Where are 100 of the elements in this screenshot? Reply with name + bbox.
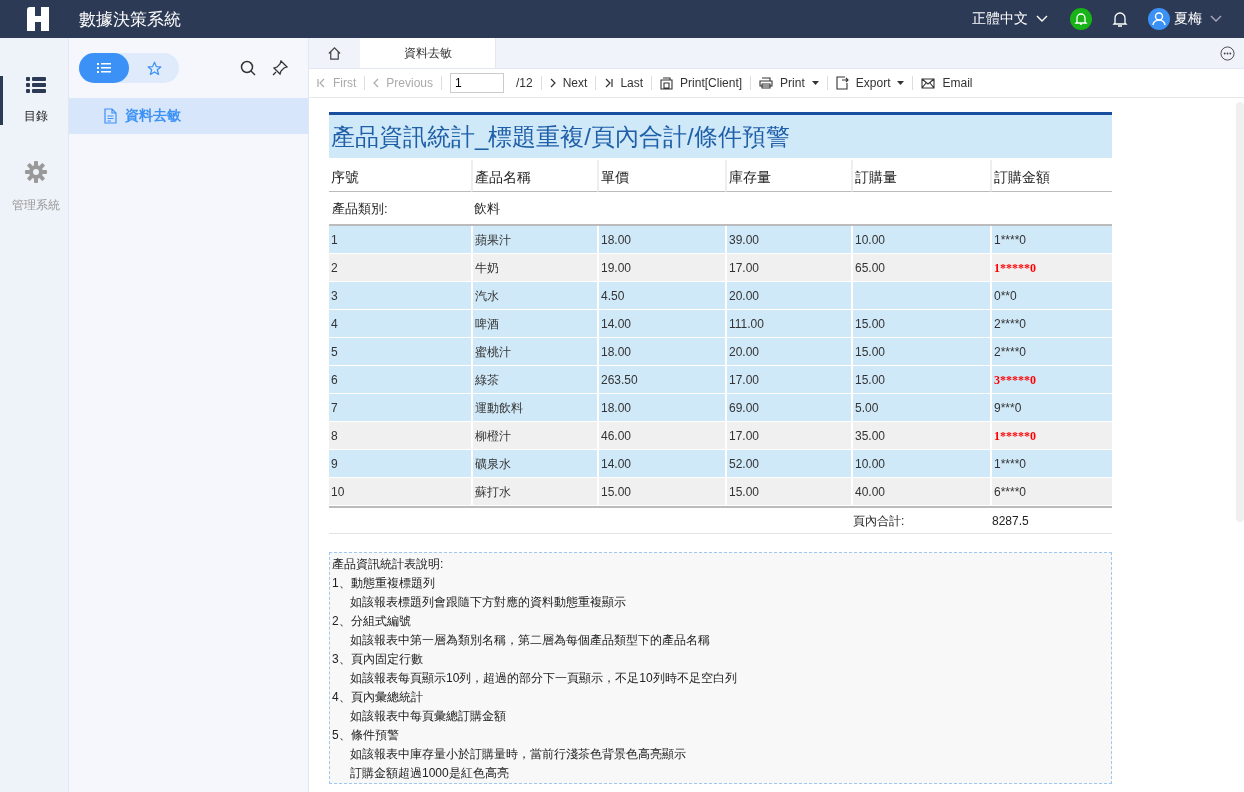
notes-text: 如該報表中每頁彙總訂購金額 (349, 708, 507, 725)
toolbar-button[interactable]: Export (835, 76, 905, 90)
user-menu[interactable]: 夏梅 (1174, 10, 1222, 28)
table-cell: 14.00 (597, 450, 725, 478)
page-total: /12 (516, 76, 533, 90)
table-cell: 17.00 (725, 254, 851, 282)
logo-icon (25, 6, 51, 32)
bell-icon[interactable] (1112, 11, 1128, 27)
table-cell: 46.00 (597, 422, 725, 450)
table-cell: 15.00 (851, 338, 990, 366)
more-icon[interactable] (1220, 45, 1235, 61)
table-cell: 汽水 (471, 282, 597, 310)
table-cell: 8 (329, 422, 471, 450)
table-cell: 啤酒 (471, 310, 597, 338)
app-title: 數據決策系統 (79, 8, 181, 31)
toolbar-button[interactable]: Next (549, 76, 588, 90)
table-cell: 1****0 (990, 450, 1112, 478)
table-cell: 3*****0 (990, 366, 1112, 394)
notes-heading: 2、分組式編號 (332, 613, 412, 630)
table-cell: 18.00 (597, 394, 725, 422)
table-cell: 15.00 (851, 366, 990, 394)
table-cell: 4.50 (597, 282, 725, 310)
table-cell: 17.00 (725, 366, 851, 394)
chevron-down-icon (1036, 15, 1048, 23)
table-cell: 18.00 (597, 226, 725, 254)
chevron-down-icon (1210, 15, 1222, 23)
notes-text: 訂購金額超過1000是紅色高亮 (349, 765, 510, 782)
caret-icon (897, 81, 905, 85)
printer-icon (759, 77, 774, 89)
notes-text: 如該報表每頁顯示10列，超過的部分下一頁顯示，不足10列時不足空白列 (349, 670, 738, 687)
table-cell: 69.00 (725, 394, 851, 422)
home-icon[interactable] (327, 45, 342, 61)
printer-icon (660, 76, 674, 90)
table-cell: 柳橙汁 (471, 422, 597, 450)
caret-icon (811, 81, 819, 85)
total-value: 8287.5 (992, 514, 1029, 528)
column-header: 訂購量 (851, 160, 990, 192)
table-cell: 1****0 (990, 226, 1112, 254)
table-cell: 19.00 (597, 254, 725, 282)
table-cell: 6****0 (990, 478, 1112, 506)
category-value: 飲料 (474, 201, 500, 216)
table-cell: 10.00 (851, 226, 990, 254)
table-cell: 7 (329, 394, 471, 422)
notes-text: 如該報表中庫存量小於訂購量時，當前行淺茶色背景色高亮顯示 (349, 746, 687, 763)
table-cell: 1 (329, 226, 471, 254)
table-cell: 礦泉水 (471, 450, 597, 478)
toolbar-button[interactable]: Last (604, 76, 644, 90)
table-cell: 20.00 (725, 282, 851, 310)
table-cell: 17.00 (725, 422, 851, 450)
total-label: 頁內合計: (853, 514, 905, 528)
table-cell: 15.00 (725, 478, 851, 506)
table-cell: 蜜桃汁 (471, 338, 597, 366)
table-cell: 15.00 (851, 310, 990, 338)
category-label: 產品類別: (332, 201, 388, 216)
table-cell: 牛奶 (471, 254, 597, 282)
table-cell: 9***0 (990, 394, 1112, 422)
table-cell: 1*****0 (990, 422, 1112, 450)
envelope-icon (921, 77, 936, 89)
document-icon (104, 108, 117, 124)
toggle-button[interactable] (79, 53, 129, 83)
table-cell: 綠茶 (471, 366, 597, 394)
avatar-icon[interactable] (1148, 8, 1170, 30)
toolbar-button[interactable]: Print[Client] (660, 76, 743, 90)
column-header: 庫存量 (725, 160, 851, 192)
list-icon (97, 62, 111, 74)
table-cell: 65.00 (851, 254, 990, 282)
toolbar-button[interactable]: Print (759, 76, 819, 90)
table-cell: 111.00 (725, 310, 851, 338)
export-icon (835, 76, 849, 90)
notes-heading: 1、動態重複標題列 (332, 575, 436, 592)
column-header: 訂購金額 (990, 160, 1112, 192)
table-cell: 9 (329, 450, 471, 478)
bell-icon[interactable] (1070, 8, 1092, 30)
column-header: 序號 (329, 160, 471, 192)
page-number-field[interactable]: 1 (450, 73, 504, 93)
tab[interactable]: 資料去敏 (360, 38, 496, 68)
toolbar-button[interactable]: Email (921, 76, 973, 90)
column-header: 單價 (597, 160, 725, 192)
table-cell: 6 (329, 366, 471, 394)
table-cell: 18.00 (597, 338, 725, 366)
table-cell: 5 (329, 338, 471, 366)
table-cell: 0**0 (990, 282, 1112, 310)
first-page-icon (317, 78, 326, 88)
table-cell: 4 (329, 310, 471, 338)
search-icon[interactable] (240, 60, 256, 76)
settings-icon (24, 161, 47, 183)
table-cell: 39.00 (725, 226, 851, 254)
chevron-left-icon (373, 78, 380, 88)
table-cell: 35.00 (851, 422, 990, 450)
table-cell: 2****0 (990, 310, 1112, 338)
table-cell: 40.00 (851, 478, 990, 506)
table-cell: 3 (329, 282, 471, 310)
table-cell: 14.00 (597, 310, 725, 338)
pin-icon[interactable] (272, 60, 288, 76)
report-title: 產品資訊統計_標題重複/頁內合計/條件預警 (329, 112, 1112, 160)
table-cell: 20.00 (725, 338, 851, 366)
table-cell: 263.50 (597, 366, 725, 394)
notes-heading: 5、條件預警 (332, 727, 400, 744)
table-cell: 蘇打水 (471, 478, 597, 506)
language-dropdown[interactable]: 正體中文 (972, 10, 1048, 28)
